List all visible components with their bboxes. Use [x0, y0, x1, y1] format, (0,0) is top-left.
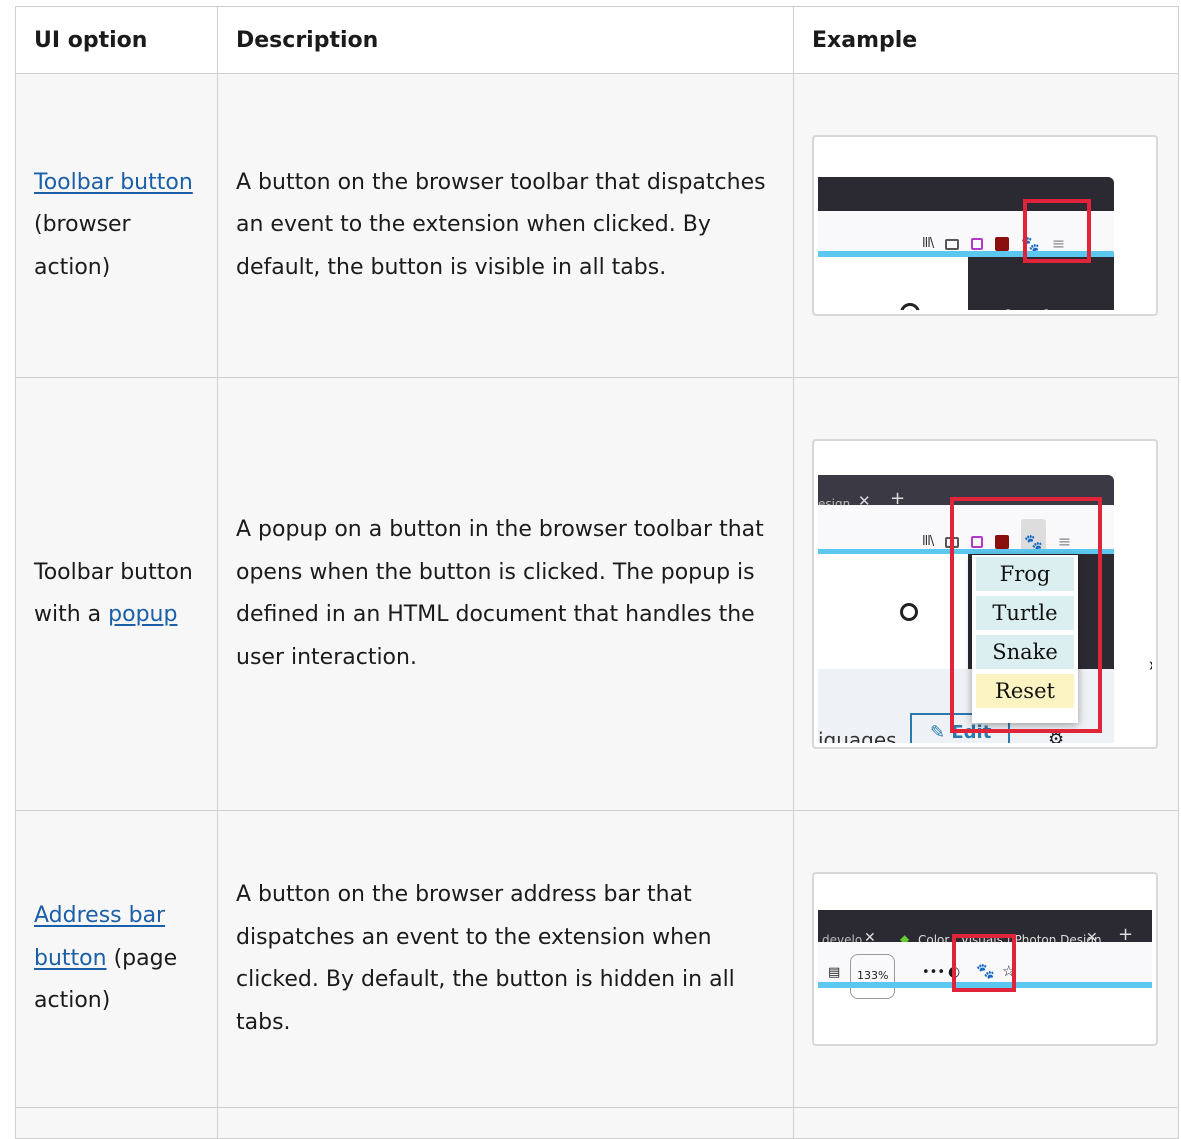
- more-icon: •••: [922, 965, 946, 980]
- option-cell: Toolbar button with a popup: [15, 377, 218, 811]
- table-row: Address bar button (page action) A butto…: [15, 810, 1179, 1108]
- option-cell: Address bar button (page action): [15, 810, 218, 1108]
- toolbar-button-example-image: lll\ 🐾 ≡ Sign in: [812, 135, 1158, 316]
- search-icon: [900, 603, 918, 621]
- languages-text: iguages: [818, 728, 897, 743]
- toolbar-button-link[interactable]: Toolbar button: [34, 170, 193, 195]
- example-cell: esign ✕ + lll\ 🐾 ≡ iguages ✎ Edit ⚙ Frog…: [793, 377, 1179, 811]
- highlight-box: [950, 497, 1102, 733]
- library-icon: lll\: [922, 534, 934, 549]
- option-cell: Toolbar button (browser action): [15, 73, 218, 378]
- description-cell: A button on the browser toolbar that dis…: [217, 73, 794, 378]
- table-row: [15, 1107, 1179, 1139]
- header-example: Example: [793, 6, 1179, 74]
- highlight-box: [1023, 199, 1091, 263]
- ui-options-table: UI option Description Example Toolbar bu…: [15, 6, 1179, 1139]
- pencil-icon: ✎: [930, 722, 952, 743]
- header-ui-option: UI option: [15, 6, 218, 74]
- description-cell: A popup on a button in the browser toolb…: [217, 377, 794, 811]
- table-row: Toolbar button (browser action) A button…: [15, 73, 1179, 378]
- library-icon: lll\: [922, 236, 934, 251]
- example-cell: lll\ 🐾 ≡ Sign in: [793, 73, 1179, 378]
- cursor-icon: ➤: [1148, 645, 1152, 688]
- sidebar-icon: [945, 238, 960, 250]
- table-row: Toolbar button with a popup A popup on a…: [15, 377, 1179, 811]
- popup-link[interactable]: popup: [108, 602, 177, 627]
- pdf-icon: [995, 237, 1010, 252]
- reader-icon: ▤: [828, 965, 841, 980]
- description-cell: A button on the browser address bar that…: [217, 810, 794, 1108]
- header-description: Description: [217, 6, 794, 74]
- popup-example-image: esign ✕ + lll\ 🐾 ≡ iguages ✎ Edit ⚙ Frog…: [812, 439, 1158, 749]
- address-bar-example-image: develo ✕ ◆ Color · Visuals | Photon Desi…: [812, 872, 1158, 1046]
- example-cell: develo ✕ ◆ Color · Visuals | Photon Desi…: [793, 810, 1179, 1108]
- highlight-box: [952, 934, 1016, 992]
- zoom-badge: 133%: [850, 954, 896, 999]
- signin-text: Sign in: [992, 297, 1062, 310]
- option-suffix: (browser action): [34, 212, 131, 280]
- containers-icon: [971, 238, 984, 251]
- search-icon: [900, 303, 920, 310]
- table-header-row: UI option Description Example: [15, 6, 1179, 74]
